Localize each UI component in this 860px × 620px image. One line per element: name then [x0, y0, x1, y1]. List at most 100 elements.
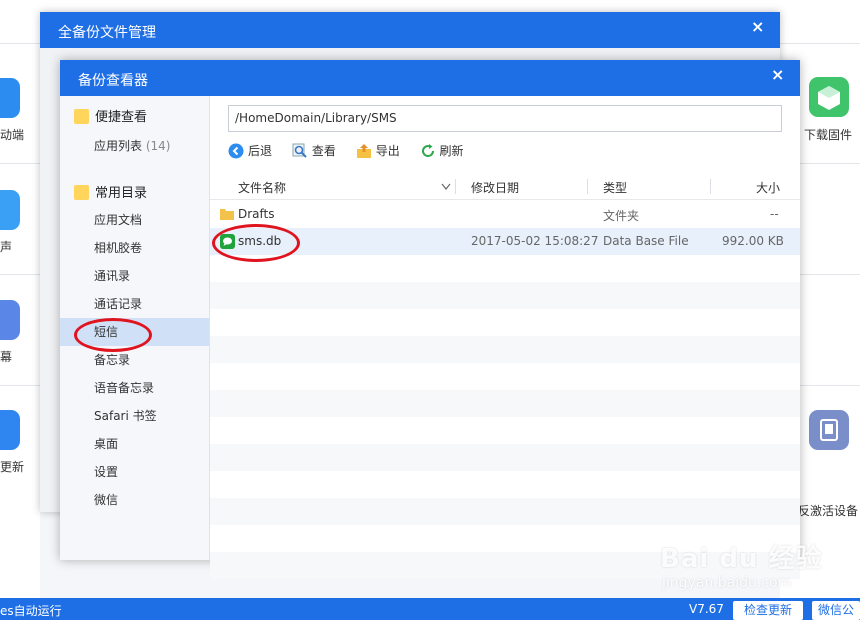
- empty-row: [210, 444, 800, 471]
- folder-icon: [220, 209, 234, 220]
- sidebar-item-label: 微信: [94, 493, 119, 507]
- left-label-4: 更新: [0, 460, 25, 474]
- sidebar-item-camera-roll[interactable]: 相机胶卷: [60, 234, 209, 262]
- ringtone-icon[interactable]: [0, 190, 20, 230]
- left-label-1: 动端: [0, 128, 25, 142]
- sidebar-item-contacts[interactable]: 通讯录: [60, 262, 209, 290]
- row-name: Drafts: [238, 207, 275, 221]
- column-separator[interactable]: [455, 179, 456, 194]
- sidebar-item-desktop[interactable]: 桌面: [60, 430, 209, 458]
- close-icon[interactable]: ×: [771, 65, 784, 84]
- row-type: 文件夹: [603, 209, 640, 223]
- folder-icon: [74, 185, 89, 200]
- watermark-brand: Bai du 经验: [660, 544, 823, 574]
- back-button[interactable]: 后退: [228, 142, 272, 159]
- divider: [0, 163, 40, 164]
- column-separator[interactable]: [710, 179, 711, 194]
- row-size: 992.00 KB: [722, 234, 784, 248]
- close-icon[interactable]: ×: [751, 17, 764, 36]
- screen-icon[interactable]: [0, 300, 20, 340]
- common-dirs-label: 常用目录: [95, 186, 148, 201]
- sidebar-item-settings[interactable]: 设置: [60, 458, 209, 486]
- sidebar-item-label: 通话记录: [94, 297, 143, 311]
- back-arrow-icon: [228, 143, 244, 158]
- export-icon: [356, 143, 371, 158]
- sidebar-item-app-list[interactable]: 应用列表 (14): [60, 130, 209, 162]
- empty-row: [210, 363, 800, 390]
- table-row[interactable]: Drafts 文件夹 --: [210, 201, 800, 228]
- sidebar-item-label: 语音备忘录: [94, 381, 155, 395]
- refresh-label: 刷新: [439, 144, 464, 158]
- backup-viewer-dialog: 备份查看器 × 便捷查看 应用列表 (14) 常用目录 应用文档 相机胶卷 通讯…: [60, 60, 800, 579]
- column-modified[interactable]: 修改日期: [471, 179, 519, 196]
- sidebar-item-label: 通讯录: [94, 269, 131, 283]
- empty-row: [210, 471, 800, 498]
- column-separator[interactable]: [587, 179, 588, 194]
- column-size[interactable]: 大小: [756, 179, 780, 196]
- empty-row: [210, 282, 800, 309]
- download-firmware-icon[interactable]: [809, 77, 849, 117]
- sidebar-item-label: 应用文档: [94, 213, 143, 227]
- backup-viewer-title: 备份查看器: [78, 73, 148, 89]
- row-modified: 2017-05-02 15:08:27: [471, 234, 599, 248]
- column-type[interactable]: 类型: [603, 179, 627, 196]
- app-list-count: (14): [145, 139, 171, 153]
- status-bar: es自动运行 V7.67 检查更新 微信公: [0, 598, 860, 620]
- full-backup-titlebar: 全备份文件管理 ×: [40, 12, 780, 48]
- version-text: V7.67: [689, 602, 724, 616]
- sidebar-item-label: 桌面: [94, 437, 119, 451]
- chevron-down-icon[interactable]: [441, 183, 451, 191]
- refresh-button[interactable]: 刷新: [420, 142, 464, 159]
- baidu-watermark: Bai du 经验 jingyan.baidu.com: [660, 538, 823, 591]
- watermark-url: jingyan.baidu.com: [662, 575, 792, 591]
- sidebar-item-notes[interactable]: 备忘录: [60, 346, 209, 374]
- file-list: Drafts 文件夹 -- sms.db 2017-05-02 15:08:27…: [210, 201, 800, 579]
- empty-row: [210, 309, 800, 336]
- update-icon[interactable]: [0, 410, 20, 450]
- empty-row: [210, 390, 800, 417]
- back-label: 后退: [248, 144, 273, 158]
- export-button[interactable]: 导出: [356, 142, 400, 159]
- deactivate-device-label: 反激活设备: [798, 504, 859, 518]
- full-backup-title: 全备份文件管理: [58, 25, 156, 41]
- row-type: Data Base File: [603, 234, 689, 248]
- quick-view-group[interactable]: 便捷查看: [60, 96, 209, 130]
- sidebar-item-label: 设置: [94, 465, 119, 479]
- check-update-button[interactable]: 检查更新: [733, 601, 803, 620]
- sidebar-item-wechat[interactable]: 微信: [60, 486, 209, 514]
- download-firmware-label: 下载固件: [804, 128, 853, 142]
- export-label: 导出: [375, 144, 400, 158]
- empty-row: [210, 498, 800, 525]
- sidebar-item-label: 备忘录: [94, 353, 131, 367]
- view-button[interactable]: 查看: [292, 142, 336, 159]
- file-browser: /HomeDomain/Library/SMS 后退 查看 导出 刷新 文件名称: [210, 96, 800, 579]
- empty-row: [210, 255, 800, 282]
- left-label-2: 声: [0, 240, 13, 254]
- backup-viewer-titlebar: 备份查看器 ×: [60, 60, 800, 96]
- app-list-label: 应用列表: [94, 139, 143, 153]
- list-header: 文件名称 修改日期 类型 大小: [210, 174, 800, 200]
- sidebar-item-app-docs[interactable]: 应用文档: [60, 206, 209, 234]
- background-left-column: 动端 声 幕 更新: [0, 44, 40, 599]
- wechat-button[interactable]: 微信公: [812, 601, 860, 620]
- highlight-circle-sms-db: [212, 224, 300, 262]
- deactivate-device-icon[interactable]: [809, 410, 849, 450]
- empty-row: [210, 417, 800, 444]
- sidebar-item-call-log[interactable]: 通话记录: [60, 290, 209, 318]
- divider: [0, 274, 40, 275]
- autorun-text: es自动运行: [0, 604, 62, 618]
- common-dirs-group[interactable]: 常用目录: [60, 172, 209, 206]
- magnifier-icon: [292, 143, 307, 158]
- folder-icon: [74, 109, 89, 124]
- empty-row: [210, 336, 800, 363]
- divider: [0, 385, 40, 386]
- path-field[interactable]: /HomeDomain/Library/SMS: [228, 105, 782, 132]
- sidebar-item-safari-bookmarks[interactable]: Safari 书签: [60, 402, 209, 430]
- refresh-icon: [421, 143, 434, 157]
- app-icon[interactable]: [0, 78, 20, 118]
- sidebar-item-label: Safari 书签: [94, 409, 157, 423]
- sidebar-item-label: 相机胶卷: [94, 241, 143, 255]
- column-name[interactable]: 文件名称: [238, 179, 286, 196]
- quick-view-label: 便捷查看: [95, 110, 148, 125]
- sidebar-item-voice-memos[interactable]: 语音备忘录: [60, 374, 209, 402]
